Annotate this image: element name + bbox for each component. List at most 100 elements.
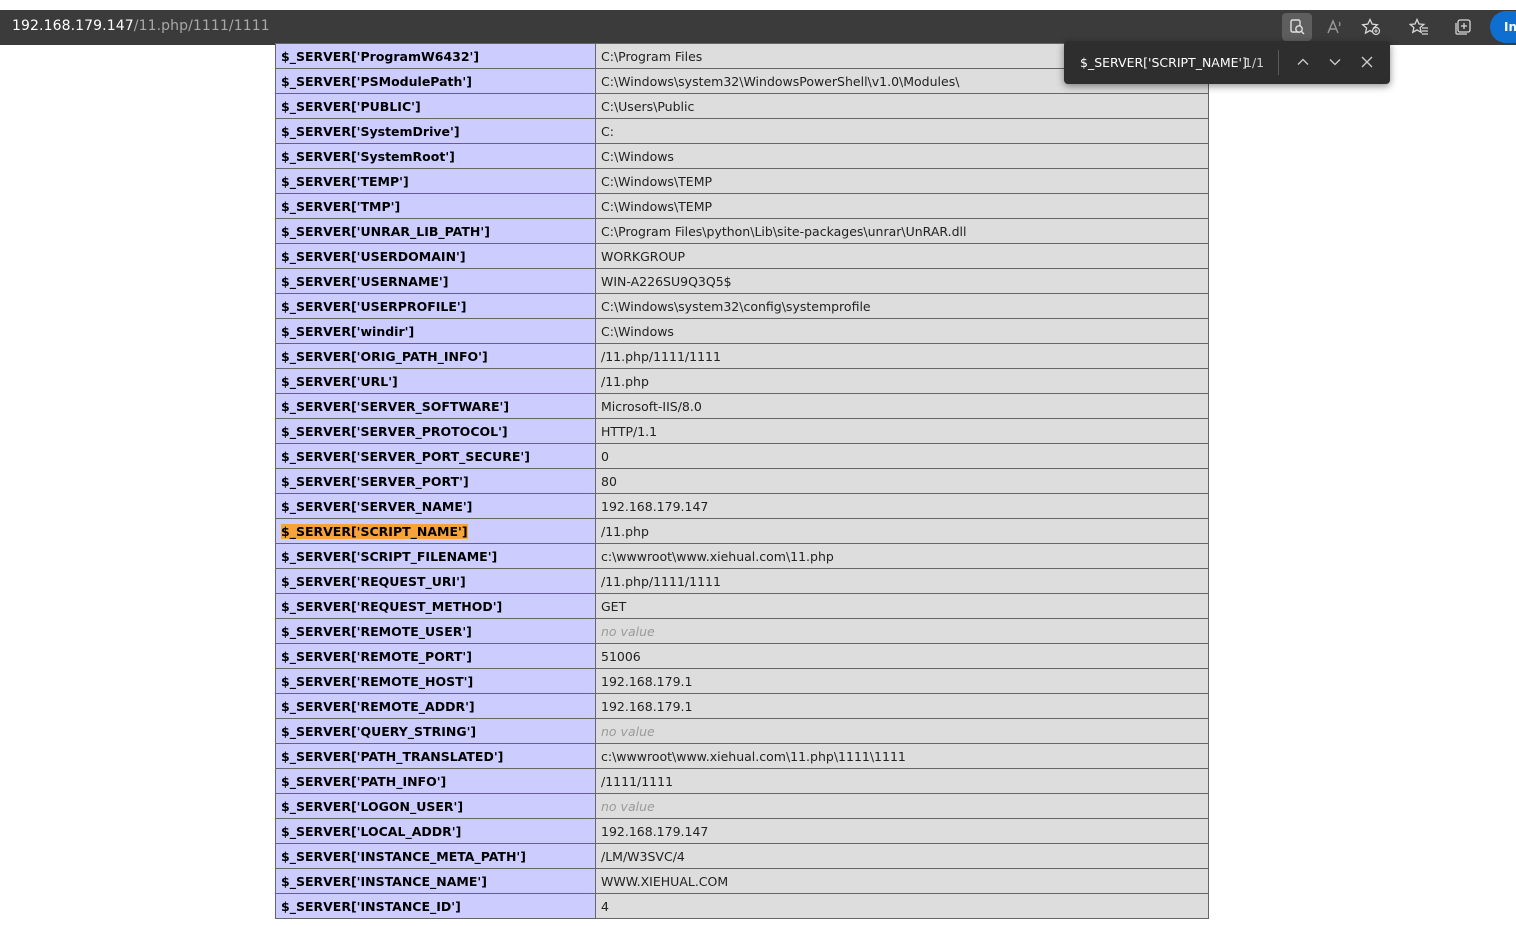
variable-name-cell: $_SERVER['PATH_INFO'] <box>275 768 596 794</box>
variable-value-cell: 51006 <box>595 643 1209 669</box>
variable-name: $_SERVER['PSModulePath'] <box>281 73 472 89</box>
variable-name-cell: $_SERVER['LOGON_USER'] <box>275 793 596 819</box>
variable-name-cell: $_SERVER['PUBLIC'] <box>275 93 596 119</box>
variable-value-cell: C:\Windows <box>595 318 1209 344</box>
table-row: $_SERVER['LOCAL_ADDR'] 192.168.179.147 <box>275 818 1209 844</box>
variable-value-cell: Microsoft-IIS/8.0 <box>595 393 1209 419</box>
variable-value-cell: /11.php/1111/1111 <box>595 568 1209 594</box>
variable-name-cell: $_SERVER['SCRIPT_FILENAME'] <box>275 543 596 569</box>
variable-value-cell: no value <box>595 718 1209 744</box>
variable-value-cell: 192.168.179.147 <box>595 493 1209 519</box>
variable-name: $_SERVER['SERVER_PROTOCOL'] <box>281 423 508 439</box>
profile-button[interactable]: In <box>1490 11 1516 43</box>
table-row: $_SERVER['REMOTE_HOST'] 192.168.179.1 <box>275 668 1209 694</box>
variable-value-cell: /11.php <box>595 518 1209 544</box>
variable-name: $_SERVER['REQUEST_METHOD'] <box>281 598 503 614</box>
variable-name-cell: $_SERVER['REQUEST_URI'] <box>275 568 596 594</box>
variable-name: $_SERVER['UNRAR_LIB_PATH'] <box>281 223 490 239</box>
variable-name-cell: $_SERVER['PATH_TRANSLATED'] <box>275 743 596 769</box>
variable-name-cell: $_SERVER['LOCAL_ADDR'] <box>275 818 596 844</box>
table-row: $_SERVER['LOGON_USER'] no value <box>275 793 1209 819</box>
find-divider <box>1278 50 1279 75</box>
variable-name: $_SERVER['REMOTE_PORT'] <box>281 648 472 664</box>
variable-name: $_SERVER['INSTANCE_NAME'] <box>281 873 487 889</box>
variable-value-cell: 80 <box>595 468 1209 494</box>
find-input[interactable]: $_SERVER['SCRIPT_NAME'] <box>1080 41 1247 84</box>
variable-name: $_SERVER['LOGON_USER'] <box>281 798 464 814</box>
table-row: $_SERVER['SERVER_SOFTWARE'] Microsoft-IIS… <box>275 393 1209 419</box>
variable-name-cell: $_SERVER['REMOTE_ADDR'] <box>275 693 596 719</box>
variable-name-cell: $_SERVER['SystemRoot'] <box>275 143 596 169</box>
variable-name: $_SERVER['QUERY_STRING'] <box>281 723 477 739</box>
table-row: $_SERVER['windir'] C:\Windows <box>275 318 1209 344</box>
table-row: $_SERVER['PATH_TRANSLATED'] c:\wwwroot\ww… <box>275 743 1209 769</box>
variable-name: $_SERVER['USERNAME'] <box>281 273 449 289</box>
variable-name-cell: $_SERVER['SERVER_PORT'] <box>275 468 596 494</box>
close-icon[interactable] <box>1354 49 1380 75</box>
variable-value-cell: 4 <box>595 893 1209 919</box>
variable-name-cell: $_SERVER['USERDOMAIN'] <box>275 243 596 269</box>
find-match-count: 1/1 <box>1244 55 1265 70</box>
variable-name: $_SERVER['SERVER_NAME'] <box>281 498 473 514</box>
find-bar: $_SERVER['SCRIPT_NAME'] 1/1 <box>1064 41 1390 84</box>
table-row: $_SERVER['TMP'] C:\Windows\TEMP <box>275 193 1209 219</box>
table-row: $_SERVER['QUERY_STRING'] no value <box>275 718 1209 744</box>
variable-name-cell: $_SERVER['INSTANCE_ID'] <box>275 893 596 919</box>
table-row: $_SERVER['USERPROFILE'] C:\Windows\system… <box>275 293 1209 319</box>
table-row: $_SERVER['REMOTE_PORT'] 51006 <box>275 643 1209 669</box>
collections-icon[interactable] <box>1448 13 1478 41</box>
variable-name: $_SERVER['LOCAL_ADDR'] <box>281 823 462 839</box>
variable-value-cell: 192.168.179.1 <box>595 693 1209 719</box>
variable-value-cell: C: <box>595 118 1209 144</box>
variable-name-cell: $_SERVER['SCRIPT_NAME'] <box>275 518 596 544</box>
variable-value-cell: no value <box>595 793 1209 819</box>
variable-name-cell: $_SERVER['SERVER_SOFTWARE'] <box>275 393 596 419</box>
app-icon[interactable] <box>1282 13 1312 41</box>
variable-name: $_SERVER['URL'] <box>281 373 398 389</box>
variable-name-cell: $_SERVER['windir'] <box>275 318 596 344</box>
variable-value-cell: C:\Users\Public <box>595 93 1209 119</box>
table-row: $_SERVER['URL'] /11.php <box>275 368 1209 394</box>
read-aloud-icon[interactable] <box>1320 13 1350 41</box>
favorites-icon[interactable] <box>1404 13 1434 41</box>
variable-name: $_SERVER['REQUEST_URI'] <box>281 573 466 589</box>
variable-name: $_SERVER['windir'] <box>281 323 415 339</box>
variable-name: $_SERVER['SCRIPT_FILENAME'] <box>281 548 498 564</box>
variable-name-cell: $_SERVER['URL'] <box>275 368 596 394</box>
variable-value-cell: C:\Windows <box>595 143 1209 169</box>
table-row: $_SERVER['REMOTE_USER'] no value <box>275 618 1209 644</box>
chevron-down-icon[interactable] <box>1322 49 1348 75</box>
variable-name-cell: $_SERVER['PSModulePath'] <box>275 68 596 94</box>
variable-name-cell: $_SERVER['SystemDrive'] <box>275 118 596 144</box>
variable-name-cell: $_SERVER['REMOTE_USER'] <box>275 618 596 644</box>
variable-name: $_SERVER['SERVER_PORT_SECURE'] <box>281 448 530 464</box>
table-row: $_SERVER['INSTANCE_META_PATH'] /LM/W3SVC/… <box>275 843 1209 869</box>
variable-name-cell: $_SERVER['REMOTE_HOST'] <box>275 668 596 694</box>
variable-name: $_SERVER['INSTANCE_ID'] <box>281 898 461 914</box>
table-row: $_SERVER['USERNAME'] WIN-A226SU9Q3Q5$ <box>275 268 1209 294</box>
variable-value-cell: WIN-A226SU9Q3Q5$ <box>595 268 1209 294</box>
variable-name-cell: $_SERVER['INSTANCE_META_PATH'] <box>275 843 596 869</box>
chevron-up-icon[interactable] <box>1290 49 1316 75</box>
variable-value-cell: 192.168.179.1 <box>595 668 1209 694</box>
table-body: $_SERVER['ProgramW6432'] C:\Program Files… <box>275 43 1209 919</box>
variable-name-cell: $_SERVER['REQUEST_METHOD'] <box>275 593 596 619</box>
table-row: $_SERVER['PUBLIC'] C:\Users\Public <box>275 93 1209 119</box>
add-favorite-icon[interactable] <box>1356 13 1386 41</box>
variable-name: $_SERVER['REMOTE_USER'] <box>281 623 472 639</box>
table-row: $_SERVER['SystemDrive'] C: <box>275 118 1209 144</box>
table-row: $_SERVER['PATH_INFO'] /1111/1111 <box>275 768 1209 794</box>
variable-name: $_SERVER['SystemRoot'] <box>281 148 455 164</box>
variable-name-cell: $_SERVER['SERVER_PROTOCOL'] <box>275 418 596 444</box>
table-row: $_SERVER['REQUEST_URI'] /11.php/1111/1111 <box>275 568 1209 594</box>
variable-value-cell: WWW.XIEHUAL.COM <box>595 868 1209 894</box>
variable-name-cell: $_SERVER['QUERY_STRING'] <box>275 718 596 744</box>
table-row: $_SERVER['INSTANCE_ID'] 4 <box>275 893 1209 919</box>
variable-name-cell: $_SERVER['ORIG_PATH_INFO'] <box>275 343 596 369</box>
variable-value-cell: 192.168.179.147 <box>595 818 1209 844</box>
table-row: $_SERVER['INSTANCE_NAME'] WWW.XIEHUAL.COM <box>275 868 1209 894</box>
variable-name-cell: $_SERVER['USERNAME'] <box>275 268 596 294</box>
address-bar[interactable]: 192.168.179.147/11.php/1111/1111 <box>12 10 270 45</box>
table-row: $_SERVER['SCRIPT_NAME'] /11.php <box>275 518 1209 544</box>
server-variables-table: $_SERVER['ProgramW6432'] C:\Program Files… <box>275 43 1209 919</box>
